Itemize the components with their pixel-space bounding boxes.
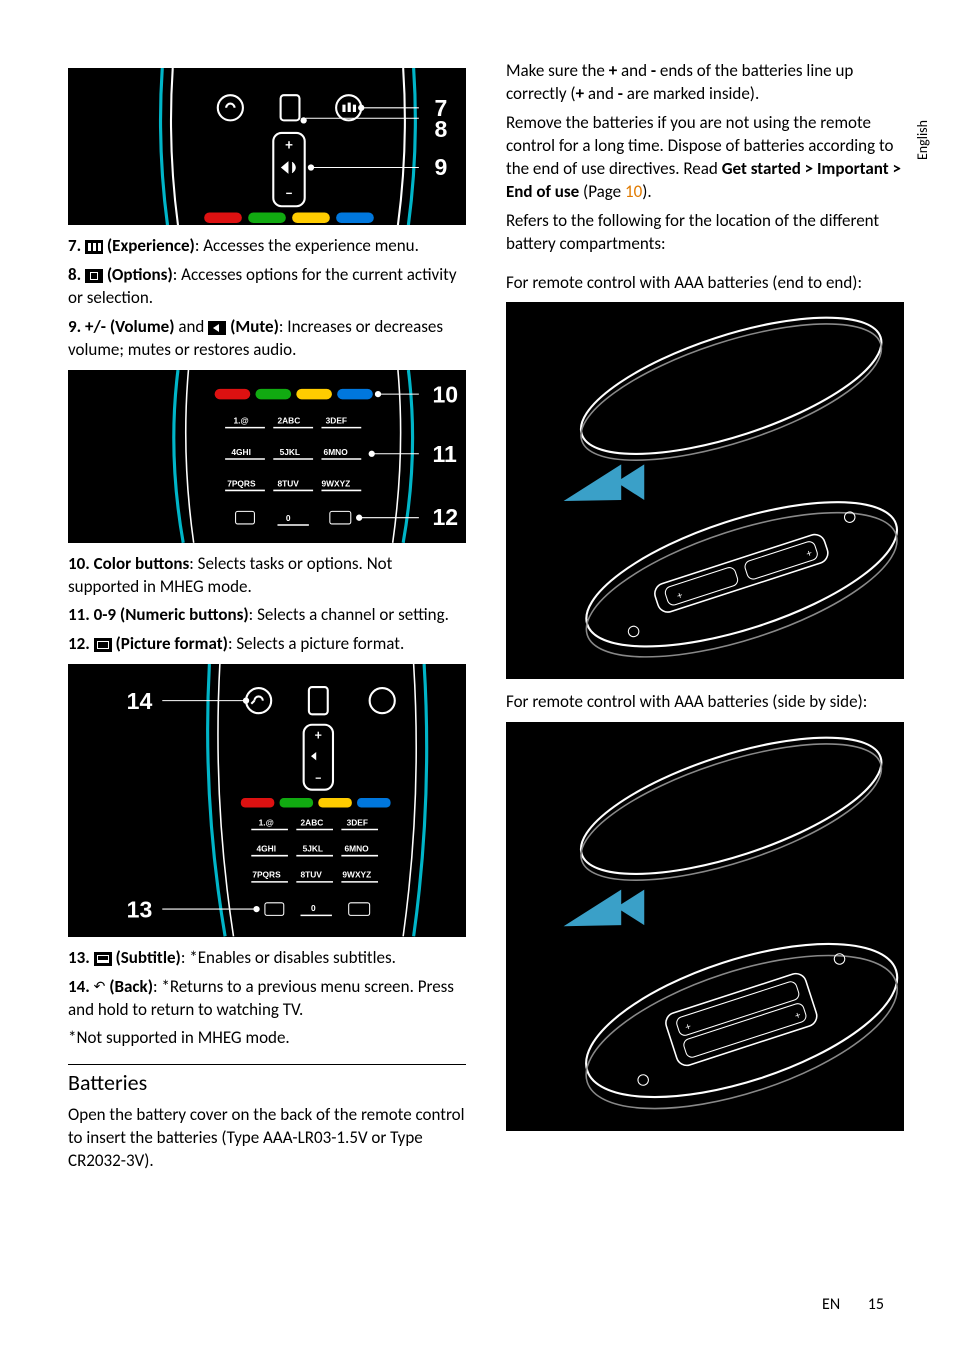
svg-text:6MNO: 6MNO — [345, 844, 370, 854]
svg-text:4GHI: 4GHI — [257, 844, 277, 854]
svg-text:7PQRS: 7PQRS — [227, 478, 256, 488]
back-icon: ↶ — [94, 978, 106, 997]
svg-text:1.@: 1.@ — [233, 415, 248, 425]
svg-text:0: 0 — [286, 513, 291, 523]
svg-text:8TUV: 8TUV — [277, 478, 299, 488]
svg-text:5JKL: 5JKL — [280, 447, 300, 457]
item-11: 11. 0-9 (Numeric buttons): Selects a cha… — [68, 604, 466, 627]
svg-text:−: − — [285, 184, 292, 202]
picture-format-icon — [94, 638, 112, 652]
item-10: 10. Color buttons: Selects tasks or opti… — [68, 553, 466, 599]
item-14: 14. ↶ (Back): *Returns to a previous men… — [68, 976, 466, 1022]
svg-text:8TUV: 8TUV — [301, 870, 323, 880]
right-column: Make sure the + and - ends of the batter… — [506, 60, 904, 1179]
aaa-side-by-side-label: For remote control with AAA batteries (s… — [506, 691, 904, 714]
svg-text:−: − — [315, 770, 322, 787]
options-icon — [85, 269, 103, 283]
batteries-open-text: Open the battery cover on the back of th… — [68, 1104, 466, 1173]
svg-text:+: + — [315, 727, 322, 744]
illustration-remote-13-14: + − 1.@ 2ABC 3DEF 4GHI 5JKL 6MNO 7PQRS 8TUV 9W… — [68, 664, 466, 936]
svg-text:3DEF: 3DEF — [347, 818, 368, 828]
svg-text:6MNO: 6MNO — [324, 447, 349, 457]
battery-polarity-text: Make sure the + and - ends of the batter… — [506, 60, 904, 106]
item-9: 9. +/- (Volume) and (Mute): Increases or… — [68, 316, 466, 362]
callout-8: 8 — [435, 116, 448, 142]
callout-9: 9 — [435, 154, 448, 180]
callout-10: 10 — [432, 381, 458, 407]
illustration-battery-side-by-side: + + — [506, 722, 904, 1130]
item-7: 7. (Experience): Accesses the experience… — [68, 235, 466, 258]
svg-text:4GHI: 4GHI — [231, 447, 251, 457]
left-column: + − 7 8 9 7. (Experience): Acces — [68, 60, 466, 1179]
svg-text:1.@: 1.@ — [259, 818, 274, 828]
experience-icon — [85, 240, 103, 254]
svg-text:2ABC: 2ABC — [277, 415, 300, 425]
callout-12: 12 — [432, 504, 458, 530]
batteries-heading: Batteries — [68, 1064, 466, 1096]
callout-11: 11 — [432, 441, 457, 467]
aaa-end-to-end-label: For remote control with AAA batteries (e… — [506, 272, 904, 295]
page-link-10[interactable]: 10 — [625, 181, 642, 202]
svg-text:5JKL: 5JKL — [303, 844, 323, 854]
compartment-intro-text: Refers to the following for the location… — [506, 210, 904, 256]
illustration-remote-7-8-9: + − 7 8 9 — [68, 68, 466, 225]
svg-text:9WXYZ: 9WXYZ — [342, 870, 371, 880]
svg-text:0: 0 — [311, 904, 316, 914]
illustration-battery-end-to-end: + + — [506, 302, 904, 679]
item-13: 13. (Subtitle): *Enables or disables sub… — [68, 947, 466, 970]
svg-text:+: + — [285, 136, 293, 154]
page-footer: EN 15 — [822, 1295, 884, 1314]
item-8: 8. (Options): Accesses options for the c… — [68, 264, 466, 310]
subtitle-icon — [94, 952, 112, 966]
svg-text:9WXYZ: 9WXYZ — [321, 478, 350, 488]
svg-text:2ABC: 2ABC — [301, 818, 324, 828]
callout-13: 13 — [127, 897, 153, 923]
battery-dispose-text: Remove the batteries if you are not usin… — [506, 112, 904, 204]
item-12: 12. (Picture format): Selects a picture … — [68, 633, 466, 656]
mheg-footnote: *Not supported in MHEG mode. — [68, 1027, 466, 1050]
footer-language: EN — [822, 1295, 840, 1314]
mute-icon — [208, 321, 226, 335]
callout-14: 14 — [127, 688, 153, 714]
footer-page-number: 15 — [868, 1295, 884, 1314]
illustration-remote-10-11-12: 1.@2ABC3DEF 4GHI5JKL6MNO 7PQRS8TUV9WXYZ … — [68, 370, 466, 543]
svg-text:3DEF: 3DEF — [326, 415, 347, 425]
svg-text:7PQRS: 7PQRS — [252, 870, 281, 880]
